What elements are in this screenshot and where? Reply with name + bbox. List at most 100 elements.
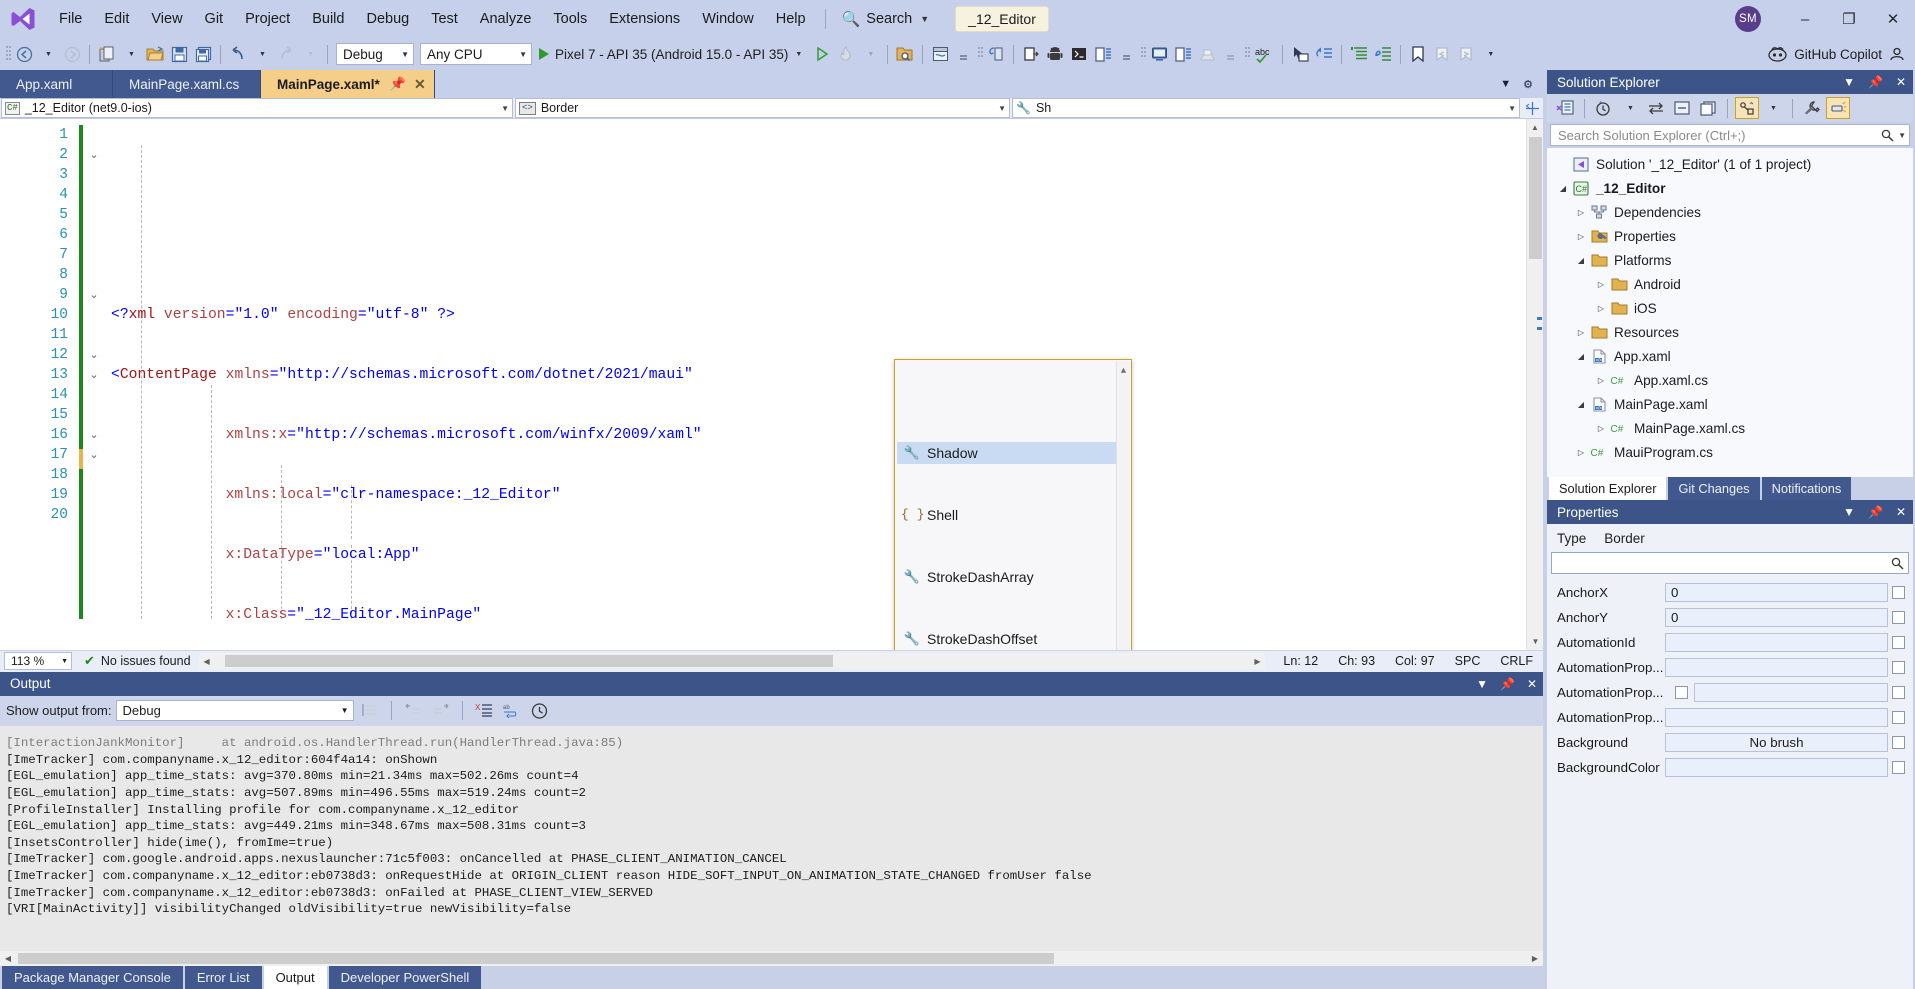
hot-restart-button[interactable] bbox=[984, 41, 1008, 67]
maximize-button[interactable]: ❐ bbox=[1827, 0, 1871, 38]
intellisense-popup[interactable]: 🔧 Shadow { } Shell 🔧 StrokeDashArray 🔧 S… bbox=[894, 359, 1132, 650]
property-value[interactable] bbox=[1665, 708, 1888, 727]
properties-grid[interactable]: Type Border AnchorX 0 AnchorY 0 Automati… bbox=[1547, 524, 1913, 989]
format-document-button[interactable] bbox=[1347, 41, 1371, 67]
toggle-bookmark-button[interactable] bbox=[1406, 41, 1430, 67]
properties-panel-button[interactable] bbox=[1171, 41, 1195, 67]
panel-menu-icon[interactable]: ▼ bbox=[1843, 505, 1855, 519]
pending-changes-filter-button[interactable] bbox=[1592, 97, 1616, 119]
next-bookmark-button[interactable] bbox=[1454, 41, 1478, 67]
menu-project[interactable]: Project bbox=[234, 5, 301, 33]
properties-search-input[interactable] bbox=[1551, 552, 1909, 574]
tab-developer-powershell[interactable]: Developer PowerShell bbox=[328, 966, 482, 989]
tree-item-mauiprogram-cs[interactable]: ▷ C# MauiProgram.cs bbox=[1547, 440, 1913, 464]
fold-toggle-icon[interactable]: ⌄ bbox=[83, 425, 105, 445]
toolbar-grip[interactable] bbox=[4, 44, 12, 64]
panel-close-icon[interactable]: ✕ bbox=[1896, 505, 1906, 519]
menu-help[interactable]: Help bbox=[765, 5, 817, 33]
property-binding-checkbox[interactable] bbox=[1892, 686, 1905, 699]
fold-toggle-icon[interactable]: ⌄ bbox=[83, 445, 105, 465]
intellisense-scrollbar[interactable]: ▲ ▼ bbox=[1116, 361, 1130, 650]
intellisense-item-strokedasharray[interactable]: 🔧 StrokeDashArray bbox=[897, 566, 1129, 588]
tab-package-manager-console[interactable]: Package Manager Console bbox=[2, 966, 183, 989]
live-visual-tree-button[interactable] bbox=[928, 41, 952, 67]
previous-bookmark-button[interactable] bbox=[1430, 41, 1454, 67]
output-panel-close-icon[interactable]: ✕ bbox=[1527, 677, 1537, 691]
property-row-automationprop-3[interactable]: AutomationProp... bbox=[1547, 705, 1913, 730]
tree-item-properties[interactable]: ▷ Properties bbox=[1547, 224, 1913, 248]
property-row-automationprop-1[interactable]: AutomationProp... bbox=[1547, 655, 1913, 680]
menu-debug[interactable]: Debug bbox=[355, 5, 420, 33]
property-binding-checkbox[interactable] bbox=[1892, 736, 1905, 749]
panel-close-icon[interactable]: ✕ bbox=[1896, 75, 1906, 89]
close-icon[interactable]: ✕ bbox=[414, 76, 426, 93]
property-row-anchorx[interactable]: AnchorX 0 bbox=[1547, 580, 1913, 605]
tree-item-solution[interactable]: Solution '_12_Editor' (1 of 1 project) bbox=[1547, 152, 1913, 176]
solution-explorer-search[interactable]: Search Solution Explorer (Ctrl+;) ▼ bbox=[1550, 124, 1910, 146]
menu-build[interactable]: Build bbox=[301, 5, 355, 33]
panel-menu-icon[interactable]: ▼ bbox=[1843, 75, 1855, 89]
property-binding-checkbox[interactable] bbox=[1892, 661, 1905, 674]
tree-item-mainpage-xaml[interactable]: ◢ </> MainPage.xaml bbox=[1547, 392, 1913, 416]
expander-expanded-icon[interactable]: ◢ bbox=[1555, 184, 1571, 193]
toolbar-grip-4[interactable] bbox=[1243, 44, 1251, 64]
open-file-button[interactable] bbox=[143, 41, 167, 67]
property-boolean-checkbox[interactable] bbox=[1675, 686, 1688, 699]
output-source-combo[interactable]: Debug ▼ bbox=[115, 700, 354, 722]
toolbox-panel-menu[interactable] bbox=[1115, 41, 1139, 67]
toolbar-grip-3[interactable] bbox=[1139, 44, 1147, 64]
expander-collapsed-icon[interactable]: ▷ bbox=[1573, 328, 1589, 337]
navigate-back-dropdown[interactable]: ▼ bbox=[36, 41, 60, 67]
property-row-backgroundcolor[interactable]: BackgroundColor bbox=[1547, 755, 1913, 780]
save-all-button[interactable] bbox=[191, 41, 215, 67]
tab-mainpage-xaml-cs[interactable]: MainPage.xaml.cs bbox=[113, 70, 261, 98]
fold-toggle-icon[interactable]: ⌄ bbox=[83, 345, 105, 365]
property-value[interactable]: 0 bbox=[1665, 583, 1888, 602]
menu-test[interactable]: Test bbox=[420, 5, 469, 33]
tree-item-app-xaml-cs[interactable]: ▷ C# App.xaml.cs bbox=[1547, 368, 1913, 392]
menu-window[interactable]: Window bbox=[691, 5, 765, 33]
toggle-word-wrap-button[interactable]: ab bbox=[500, 698, 524, 724]
navbar-element-dropdown[interactable]: <> Border ▼ bbox=[515, 98, 1010, 118]
editor-horizontal-scrollbar[interactable]: ◀ ▶ bbox=[198, 653, 1266, 670]
tab-mainpage-xaml[interactable]: MainPage.xaml* 📌 ✕ bbox=[261, 70, 435, 98]
property-binding-checkbox[interactable] bbox=[1892, 636, 1905, 649]
fold-toggle-icon[interactable]: ⌄ bbox=[83, 285, 105, 305]
menu-extensions[interactable]: Extensions bbox=[598, 5, 691, 33]
property-binding-checkbox[interactable] bbox=[1892, 586, 1905, 599]
intellisense-item-shell[interactable]: { } Shell bbox=[897, 504, 1129, 526]
switch-views-button[interactable] bbox=[1553, 97, 1577, 119]
menu-view[interactable]: View bbox=[140, 5, 193, 33]
menu-git[interactable]: Git bbox=[194, 5, 235, 33]
property-row-automationprop-2[interactable]: AutomationProp... bbox=[1547, 680, 1913, 705]
clear-all-button[interactable]: X bbox=[472, 698, 496, 724]
filter-dropdown[interactable]: ▼ bbox=[1618, 97, 1642, 119]
output-text[interactable]: [InteractionJankMonitor] at android.os.H… bbox=[0, 725, 1543, 951]
device-manager-button[interactable] bbox=[1019, 41, 1043, 67]
bookmark-overflow-button[interactable]: ▼ bbox=[1478, 41, 1502, 67]
property-binding-checkbox[interactable] bbox=[1892, 611, 1905, 624]
tab-app-xaml[interactable]: App.xaml bbox=[0, 70, 113, 98]
terminal-button[interactable] bbox=[1067, 41, 1091, 67]
tree-item-mainpage-xaml-cs[interactable]: ▷ C# MainPage.xaml.cs bbox=[1547, 416, 1913, 440]
find-message-button[interactable] bbox=[358, 698, 382, 724]
property-binding-checkbox[interactable] bbox=[1892, 711, 1905, 724]
menu-file[interactable]: File bbox=[48, 5, 93, 33]
navigate-forward-button[interactable] bbox=[60, 41, 84, 67]
go-to-next-message-button[interactable] bbox=[429, 698, 453, 724]
property-value[interactable] bbox=[1694, 683, 1888, 702]
toolbar-grip-2[interactable] bbox=[976, 44, 984, 64]
tab-git-changes[interactable]: Git Changes bbox=[1668, 477, 1760, 500]
global-search[interactable]: 🔍 Search ▼ bbox=[834, 7, 940, 31]
expander-expanded-icon[interactable]: ◢ bbox=[1573, 400, 1589, 409]
intellisense-item-shadow[interactable]: 🔧 Shadow bbox=[897, 442, 1129, 464]
panel-pin-icon[interactable]: 📌 bbox=[1868, 75, 1883, 89]
property-row-automationid[interactable]: AutomationId bbox=[1547, 630, 1913, 655]
code-text-area[interactable]: <?xml version="1.0" encoding="utf-8" ?> … bbox=[105, 119, 1526, 650]
comment-selection-button[interactable] bbox=[1371, 41, 1395, 67]
tab-solution-explorer[interactable]: Solution Explorer bbox=[1549, 477, 1667, 500]
solution-platform-combo[interactable]: Any CPU ▼ bbox=[420, 43, 532, 65]
chevron-down-icon[interactable]: ▼ bbox=[1898, 131, 1906, 140]
class-view-menu[interactable] bbox=[1219, 41, 1243, 67]
start-debugging-button[interactable]: Pixel 7 - API 35 (Android 15.0 - API 35)… bbox=[535, 41, 810, 67]
